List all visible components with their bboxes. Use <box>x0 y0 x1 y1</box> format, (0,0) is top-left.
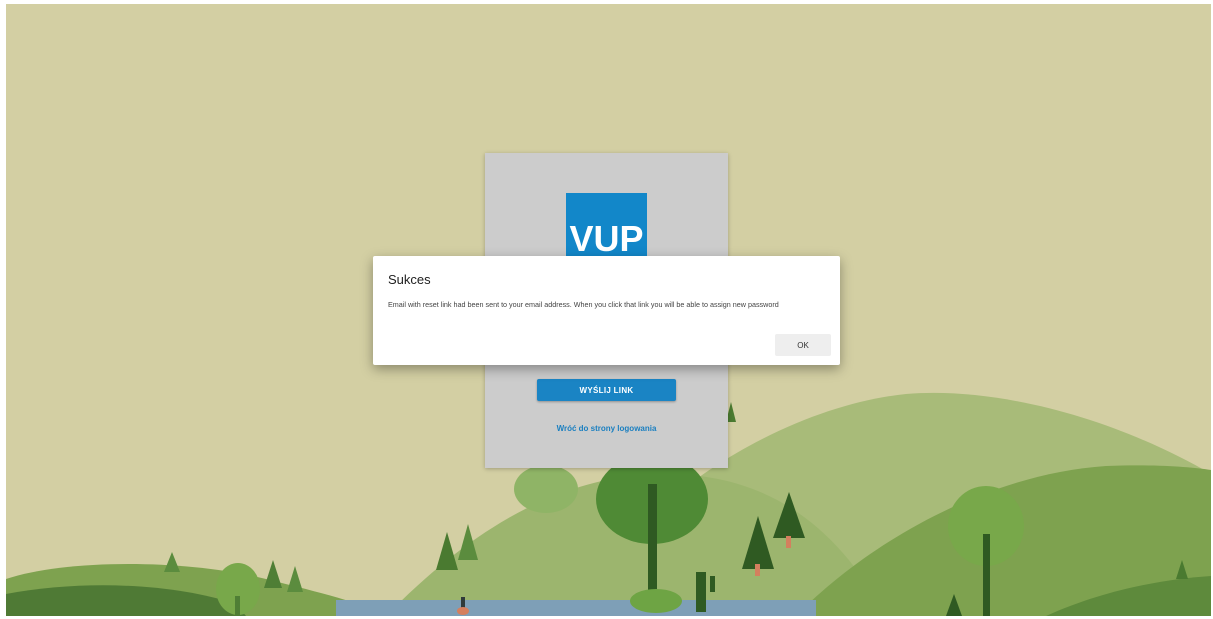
success-dialog: Sukces Email with reset link had been se… <box>373 256 840 365</box>
page-viewport: VUP WYŚLIJ LINK Wróć do strony logowania… <box>6 4 1211 616</box>
ok-button[interactable]: OK <box>775 334 831 356</box>
dialog-message: Email with reset link had been sent to y… <box>388 300 779 309</box>
dialog-title: Sukces <box>388 272 431 287</box>
